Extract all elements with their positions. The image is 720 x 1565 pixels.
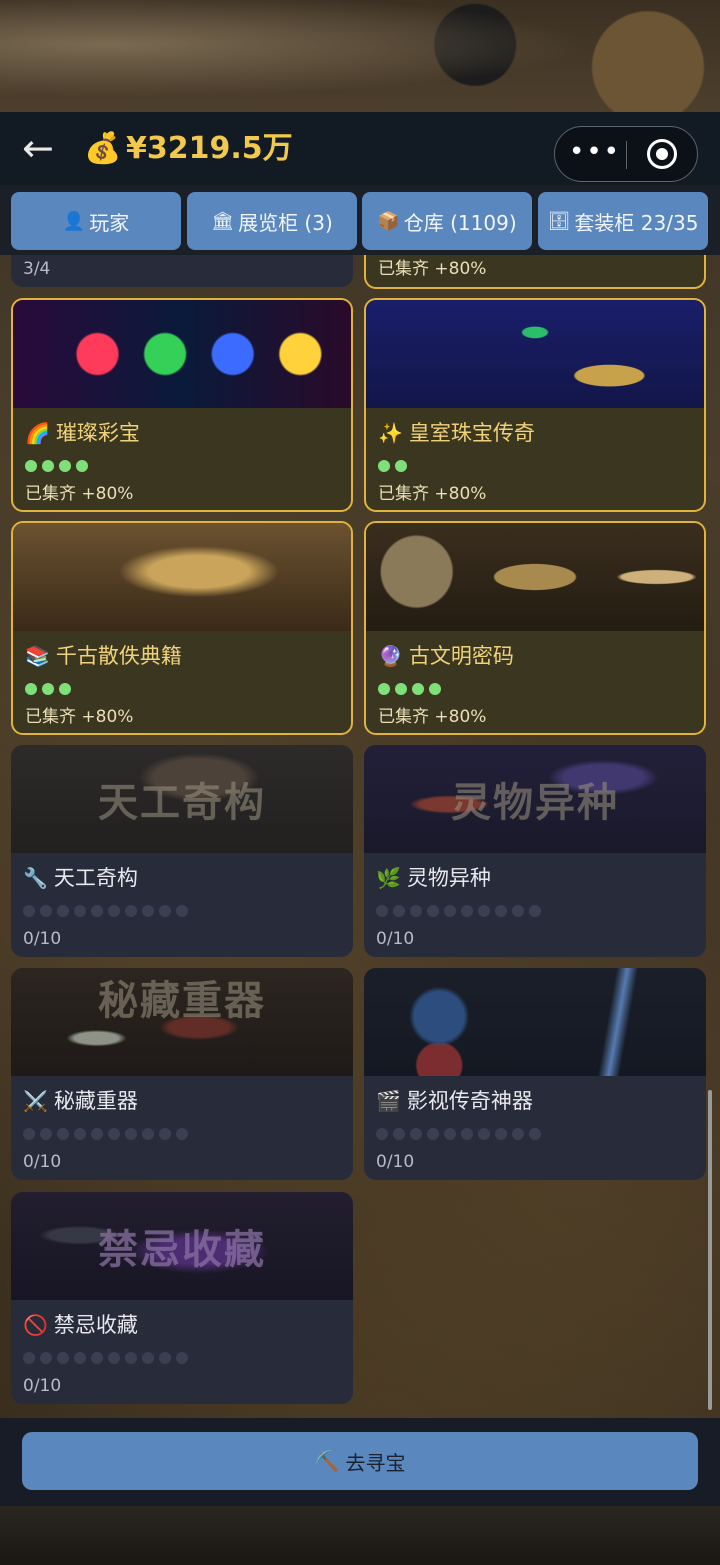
more-options-icon[interactable]: ••• (569, 139, 619, 169)
tab-label: 仓库 (1109) (403, 210, 517, 235)
card-progress: 0/10 (376, 1152, 415, 1172)
progress-dots (23, 905, 188, 917)
background-photo (0, 0, 720, 112)
pickaxe-icon: ⛏️ (314, 1449, 340, 1473)
card-art-text: 天工奇构 (98, 779, 266, 826)
progress-dots (25, 683, 71, 695)
collection-card-ancient-books[interactable]: 📚 千古散佚典籍 已集齐 +80% (11, 521, 353, 735)
progress-dots (23, 1352, 188, 1364)
close-target-icon[interactable] (647, 139, 677, 169)
card-title: 🔧 天工奇构 (23, 866, 138, 890)
card-progress: 0/10 (23, 1152, 62, 1172)
collection-card-hidden-treasures[interactable]: 秘藏重器 ⚔️ 秘藏重器 0/10 (11, 968, 353, 1180)
card-image: 秘藏重器 (11, 968, 353, 1076)
prohibited-icon: 🚫 (23, 1313, 48, 1337)
card-title: 🎬 影视传奇神器 (376, 1089, 533, 1113)
collection-card-forbidden[interactable]: 禁忌收藏 🚫 禁忌收藏 0/10 (11, 1192, 353, 1404)
treasure-hunt-button[interactable]: ⛏️ 去寻宝 (22, 1432, 698, 1490)
progress-dots (378, 460, 407, 472)
collection-card-spirit-species[interactable]: 灵物异种 🌿 灵物异种 0/10 (364, 745, 706, 957)
card-image (13, 300, 351, 408)
card-progress: 0/10 (376, 929, 415, 949)
collection-card-film-artifacts[interactable]: 🎬 影视传奇神器 0/10 (364, 968, 706, 1180)
card-title: ⚔️ 秘藏重器 (23, 1089, 138, 1113)
scrollbar[interactable] (708, 1090, 712, 1410)
tab-label: 展览柜 (3) (238, 210, 333, 235)
card-title: ✨ 皇室珠宝传奇 (378, 421, 535, 445)
crossed-swords-icon: ⚔️ (23, 1089, 48, 1113)
card-image: 灵物异种 (364, 745, 706, 853)
progress-dots (376, 1128, 541, 1140)
card-image (364, 968, 706, 1076)
card-title: 🔮 古文明密码 (378, 644, 514, 668)
collection-card[interactable]: 已集齐 +80% (364, 255, 706, 289)
card-image (13, 523, 351, 631)
collection-card-gems[interactable]: 🌈 璀璨彩宝 已集齐 +80% (11, 298, 353, 512)
tab-showcase[interactable]: 🏛 展览柜 (3) (187, 192, 357, 250)
tab-label: 玩家 (89, 210, 130, 235)
tab-label: 套装柜 23/35 (574, 210, 699, 235)
tab-player[interactable]: 👤 玩家 (11, 192, 181, 250)
collection-card-engineering[interactable]: 天工奇构 🔧 天工奇构 0/10 (11, 745, 353, 957)
capsule-divider (626, 141, 627, 169)
card-image (366, 523, 704, 631)
collection-card-royal-jewelry[interactable]: ✨ 皇室珠宝传奇 已集齐 +80% (364, 298, 706, 512)
card-progress: 已集齐 +80% (25, 707, 134, 727)
rainbow-icon: 🌈 (25, 421, 50, 445)
card-image: 禁忌收藏 (11, 1192, 353, 1300)
museum-icon: 🏛 (211, 210, 235, 232)
mini-program-capsule: ••• (554, 126, 698, 182)
herb-icon: 🌿 (376, 866, 401, 890)
person-icon: 👤 (62, 210, 86, 232)
progress-dots (378, 683, 441, 695)
card-art-text: 灵物异种 (451, 779, 619, 826)
progress-dots (376, 905, 541, 917)
card-title: 🚫 禁忌收藏 (23, 1313, 138, 1337)
progress-dots (23, 1128, 188, 1140)
card-art-text: 禁忌收藏 (98, 1226, 266, 1273)
tab-set-cabinet[interactable]: 🗄 套装柜 23/35 (538, 192, 708, 250)
collection-card-ancient-code[interactable]: 🔮 古文明密码 已集齐 +80% (364, 521, 706, 735)
wrench-icon: 🔧 (23, 866, 48, 890)
card-image: 天工奇构 (11, 745, 353, 853)
card-title: 📚 千古散佚典籍 (25, 644, 182, 668)
card-art-text: 秘藏重器 (98, 977, 266, 1024)
collection-card[interactable]: 3/4 (11, 255, 353, 287)
sparkles-icon: ✨ (378, 421, 403, 445)
progress-dots (25, 460, 88, 472)
card-progress: 已集齐 +80% (378, 707, 487, 727)
card-progress: 已集齐 +80% (378, 259, 487, 279)
money-bag-icon: 💰 (84, 131, 122, 166)
cabinet-icon: 🗄 (547, 210, 571, 232)
card-progress: 已集齐 +80% (25, 484, 134, 504)
card-image (366, 300, 704, 408)
card-progress: 已集齐 +80% (378, 484, 487, 504)
card-progress: 3/4 (23, 259, 51, 279)
collection-list[interactable]: 3/4 已集齐 +80% 🌈 璀璨彩宝 已集齐 +80% ✨ 皇室珠宝传奇 已集齐 … (0, 255, 720, 1418)
button-label: 去寻宝 (345, 1450, 406, 1475)
back-arrow-icon[interactable]: ← (22, 128, 68, 168)
clapperboard-icon: 🎬 (376, 1089, 401, 1113)
card-title: 🌈 璀璨彩宝 (25, 421, 140, 445)
tab-warehouse[interactable]: 📦 仓库 (1109) (362, 192, 532, 250)
books-icon: 📚 (25, 644, 50, 668)
box-icon: 📦 (377, 210, 400, 232)
footer-background (0, 1506, 720, 1565)
crystal-ball-icon: 🔮 (378, 644, 403, 668)
card-progress: 0/10 (23, 929, 62, 949)
card-progress: 0/10 (23, 1376, 62, 1396)
money-balance: ¥3219.5万 (126, 131, 293, 166)
card-title: 🌿 灵物异种 (376, 866, 491, 890)
